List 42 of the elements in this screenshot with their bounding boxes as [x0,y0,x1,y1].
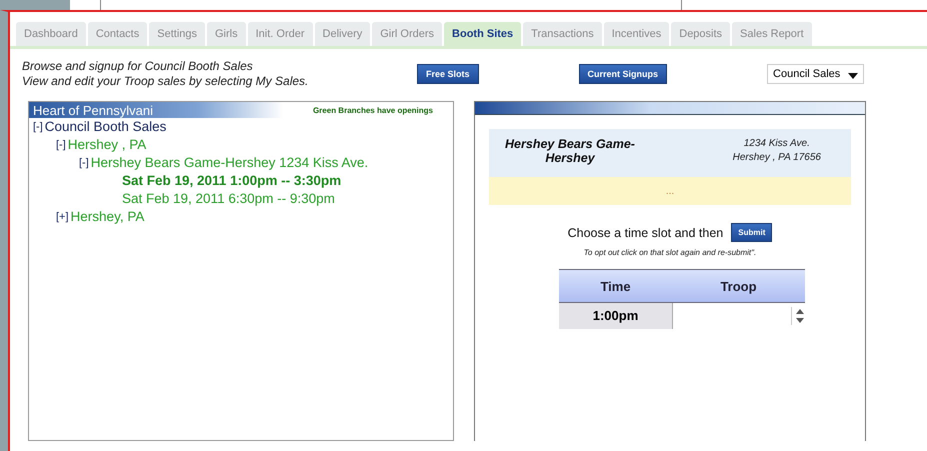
nav-tab[interactable]: Transactions [523,22,602,46]
nav-tab[interactable]: Booth Sites [444,22,522,46]
nav-tab[interactable]: Incentives [604,22,670,46]
tree-item[interactable]: Hershey Bears Game-Hershey 1234 Kiss Ave. [90,154,368,172]
tree-item[interactable]: Sat Feb 19, 2011 1:00pm -- 3:30pm [122,172,342,190]
current-signups-button[interactable]: Current Signups [578,64,668,84]
legend-text: Green Branches have openings [312,106,433,114]
time-cell: 1:00pm [559,303,673,329]
spinner-icon [791,307,805,325]
intro-text: Browse and signup for Council Booth Sales [22,59,254,74]
sales-dropdown[interactable]: Council Sales [767,64,864,84]
column-header: Time [599,278,632,294]
opt-out-note: To opt out click on that slot again and re-submit". [582,248,758,257]
tree-item[interactable]: Sat Feb 19, 2011 6:30pm -- 9:30pm [122,190,335,208]
column-header: Troop [719,278,758,294]
free-slots-button[interactable]: Free Slots [417,64,479,84]
caret-icon [848,73,858,79]
nav-tab[interactable]: Dashboard [16,22,86,46]
expand-toggle[interactable]: [-] [56,136,66,154]
nav-tab[interactable]: Init. Order [248,22,313,46]
nav-tab[interactable]: Girls [207,22,246,46]
tree-item[interactable]: Council Booth Sales [44,118,166,136]
intro-text: View and edit your Troop sales by selecting My Sales. [22,74,310,89]
nav-tab[interactable]: Girl Orders [372,22,442,46]
expand-toggle[interactable]: [-] [33,118,43,136]
address-text: 1234 Kiss Ave. [742,137,811,151]
instruction-text: Choose a time slot and then [568,226,724,240]
nav-tab[interactable]: Delivery [314,22,370,46]
tree-item[interactable]: Hershey, PA [70,208,144,226]
corner-block [0,0,70,10]
expand-toggle[interactable]: [-] [79,154,89,172]
panel-title: Heart of Pennsylvani [33,102,153,118]
nav-tab[interactable]: Contacts [88,22,148,46]
notice-text: ... [666,186,674,197]
submit-button[interactable]: Submit [731,223,772,242]
site-name: Hershey Bears Game-Hershey [504,137,636,165]
tree-item[interactable]: Hershey , PA [68,136,146,154]
nav-tab[interactable]: Deposits [671,22,730,46]
address-text: Hershey , PA 17656 [732,151,821,165]
nav-tab[interactable]: Settings [149,22,205,46]
expand-toggle[interactable]: [+] [56,208,69,226]
nav-tab[interactable]: Sales Report [732,22,812,46]
